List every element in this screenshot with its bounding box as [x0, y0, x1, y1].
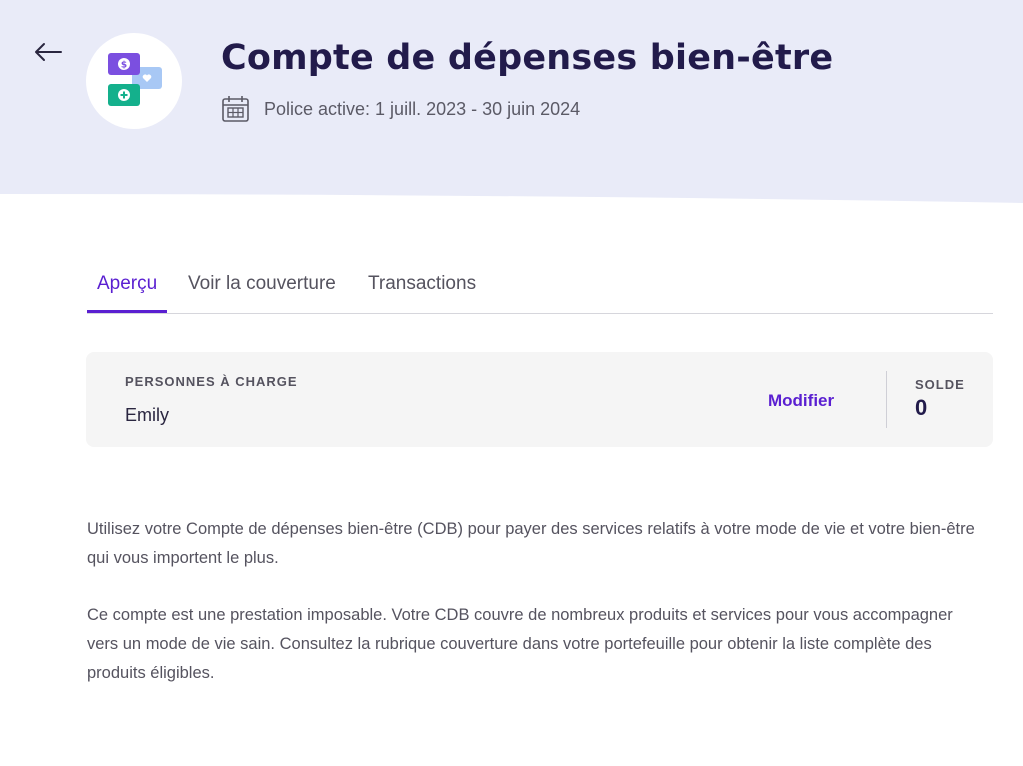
description-paragraph-1: Utilisez votre Compte de dépenses bien-ê…: [87, 520, 975, 567]
tab-voir-la-couverture[interactable]: Voir la couverture: [188, 262, 336, 312]
description-paragraph-2: Ce compte est une prestation imposable. …: [87, 606, 953, 682]
dependents-label: PERSONNES À CHARGE: [125, 374, 298, 389]
edit-dependents-button[interactable]: Modifier: [768, 391, 834, 411]
policy-period: Police active: 1 juill. 2023 - 30 juin 2…: [221, 94, 580, 124]
tab-bar: Aperçu Voir la couverture Transactions: [87, 262, 993, 314]
svg-text:$: $: [121, 61, 127, 71]
account-summary-card: PERSONNES À CHARGE Emily Modifier SOLDE …: [86, 352, 993, 447]
account-logo: $: [86, 33, 182, 129]
policy-dates: Police active: 1 juill. 2023 - 30 juin 2…: [264, 98, 581, 119]
balance-value: 0: [915, 395, 928, 420]
page-title: Compte de dépenses bien-être: [221, 38, 834, 78]
dependent-name: Emily: [125, 405, 169, 425]
page-header: $ Compte de dépenses bien-être Police ac…: [0, 0, 1023, 215]
arrow-left-icon: [35, 43, 62, 61]
back-button[interactable]: [30, 36, 66, 68]
tab-transactions[interactable]: Transactions: [368, 262, 476, 312]
wellness-account-logo: $: [108, 53, 162, 106]
card-divider: [886, 371, 887, 428]
calendar-icon: [222, 96, 249, 122]
tab-apercu[interactable]: Aperçu: [87, 262, 168, 313]
balance-label: SOLDE: [915, 377, 965, 392]
